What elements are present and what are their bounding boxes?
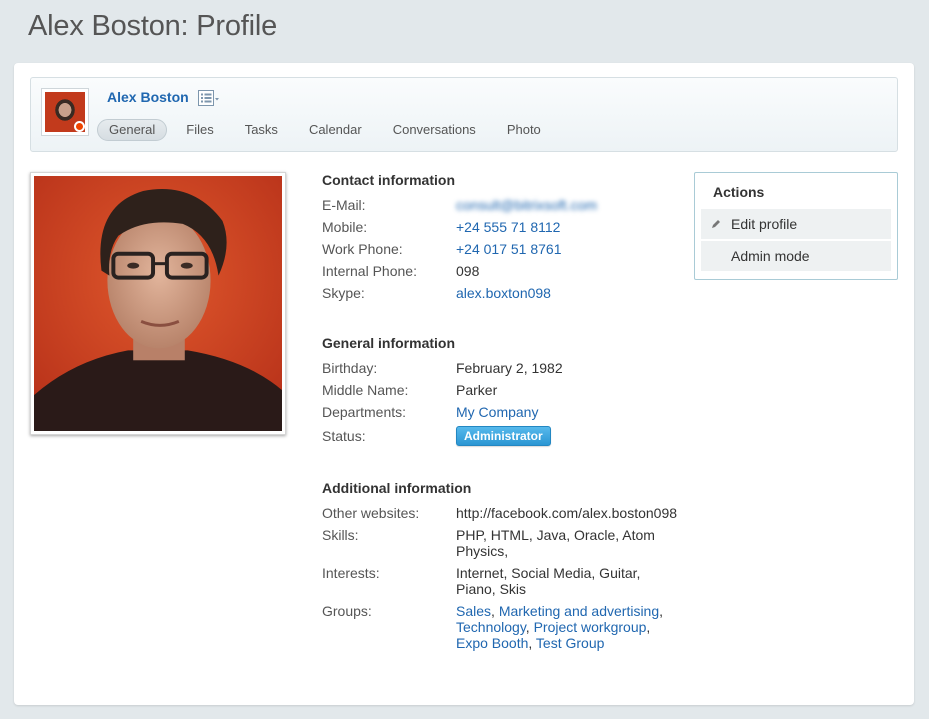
- profile-photo: [30, 172, 286, 435]
- actions-panel: Actions Edit profile Admin mode: [694, 172, 898, 280]
- additional-section: Additional information Other websites: h…: [322, 480, 692, 651]
- work-phone-row: Work Phone: +24 017 51 8761: [322, 241, 692, 257]
- email-link[interactable]: consult@bitrixsoft.com: [456, 197, 597, 213]
- tab-files[interactable]: Files: [174, 119, 225, 141]
- mobile-row: Mobile: +24 555 71 8112: [322, 219, 692, 235]
- group-link-marketing[interactable]: Marketing and advertising: [499, 603, 659, 619]
- status-badge: Administrator: [456, 426, 551, 446]
- skills-value: PHP, HTML, Java, Oracle, Atom Physics,: [456, 527, 655, 559]
- profile-photo-image: [34, 176, 282, 431]
- mobile-label: Mobile:: [322, 219, 368, 235]
- skype-label: Skype:: [322, 285, 365, 301]
- contact-section: Contact information E-Mail: consult@bitr…: [322, 172, 692, 301]
- departments-label: Departments:: [322, 404, 407, 420]
- edit-profile-label: Edit profile: [731, 216, 798, 232]
- general-section: General information Birthday: February 2…: [322, 335, 692, 446]
- groups-label: Groups:: [322, 603, 372, 619]
- profile-info: Contact information E-Mail: consult@bitr…: [322, 172, 692, 685]
- user-header-bar: Alex Boston General Files Tasks Calendar…: [30, 77, 898, 152]
- actions-title: Actions: [713, 184, 765, 200]
- group-link-technology[interactable]: Technology: [456, 619, 526, 635]
- email-row: E-Mail: consult@bitrixsoft.com: [322, 197, 692, 213]
- interests-value: Internet, Social Media, Guitar, Piano, S…: [456, 565, 641, 597]
- birthday-label: Birthday:: [322, 360, 378, 376]
- interests-row: Interests: Internet, Social Media, Guita…: [322, 565, 692, 597]
- skype-row: Skype: alex.boxton098: [322, 285, 692, 301]
- tab-photo[interactable]: Photo: [495, 119, 553, 141]
- general-section-title: General information: [322, 335, 456, 351]
- group-link-expo-booth[interactable]: Expo Booth: [456, 635, 528, 651]
- internal-phone-label: Internal Phone:: [322, 263, 417, 279]
- skype-link[interactable]: alex.boxton098: [456, 285, 551, 301]
- email-label: E-Mail:: [322, 197, 366, 213]
- profile-tabs: General Files Tasks Calendar Conversatio…: [97, 119, 560, 141]
- work-phone-link[interactable]: +24 017 51 8761: [456, 241, 562, 257]
- tab-general[interactable]: General: [97, 119, 168, 141]
- department-link[interactable]: My Company: [456, 404, 538, 420]
- status-label: Status:: [322, 428, 366, 444]
- profile-card: Alex Boston General Files Tasks Calendar…: [14, 63, 914, 705]
- additional-section-title: Additional information: [322, 480, 472, 496]
- list-menu-icon[interactable]: [198, 90, 220, 106]
- internal-phone-value: 098: [456, 263, 480, 279]
- edit-profile-button[interactable]: Edit profile: [701, 209, 891, 239]
- skills-row: Skills: PHP, HTML, Java, Oracle, Atom Ph…: [322, 527, 692, 559]
- group-link-test-group[interactable]: Test Group: [536, 635, 604, 651]
- group-link-sales[interactable]: Sales: [456, 603, 491, 619]
- middle-name-label: Middle Name:: [322, 382, 409, 398]
- admin-mode-label: Admin mode: [731, 248, 810, 264]
- status-row: Status: Administrator: [322, 426, 692, 446]
- skills-label: Skills:: [322, 527, 359, 543]
- birthday-value: February 2, 1982: [456, 360, 563, 376]
- tab-calendar[interactable]: Calendar: [297, 119, 374, 141]
- websites-value: http://facebook.com/alex.boston098: [456, 505, 678, 521]
- groups-row: Groups: Sales, Marketing and advertising…: [322, 603, 692, 651]
- page-title: Alex Boston: Profile: [28, 10, 278, 42]
- middle-name-value: Parker: [456, 382, 498, 398]
- websites-label: Other websites:: [322, 505, 420, 521]
- tab-tasks[interactable]: Tasks: [233, 119, 290, 141]
- birthday-row: Birthday: February 2, 1982: [322, 360, 692, 376]
- group-link-project-workgroup[interactable]: Project workgroup: [534, 619, 647, 635]
- admin-mode-button[interactable]: Admin mode: [701, 241, 891, 271]
- middle-name-row: Middle Name: Parker: [322, 382, 692, 398]
- work-phone-label: Work Phone:: [322, 241, 403, 257]
- tab-conversations[interactable]: Conversations: [381, 119, 488, 141]
- avatar[interactable]: [41, 88, 89, 136]
- contact-section-title: Contact information: [322, 172, 455, 188]
- departments-row: Departments: My Company: [322, 404, 692, 420]
- websites-row: Other websites: http://facebook.com/alex…: [322, 505, 692, 521]
- groups-list: Sales, Marketing and advertising, Techno…: [456, 603, 664, 651]
- online-status-icon: [74, 121, 85, 132]
- mobile-link[interactable]: +24 555 71 8112: [456, 219, 560, 235]
- interests-label: Interests:: [322, 565, 380, 581]
- user-name-link[interactable]: Alex Boston: [107, 89, 189, 105]
- internal-phone-row: Internal Phone: 098: [322, 263, 692, 279]
- pencil-icon: [712, 220, 720, 228]
